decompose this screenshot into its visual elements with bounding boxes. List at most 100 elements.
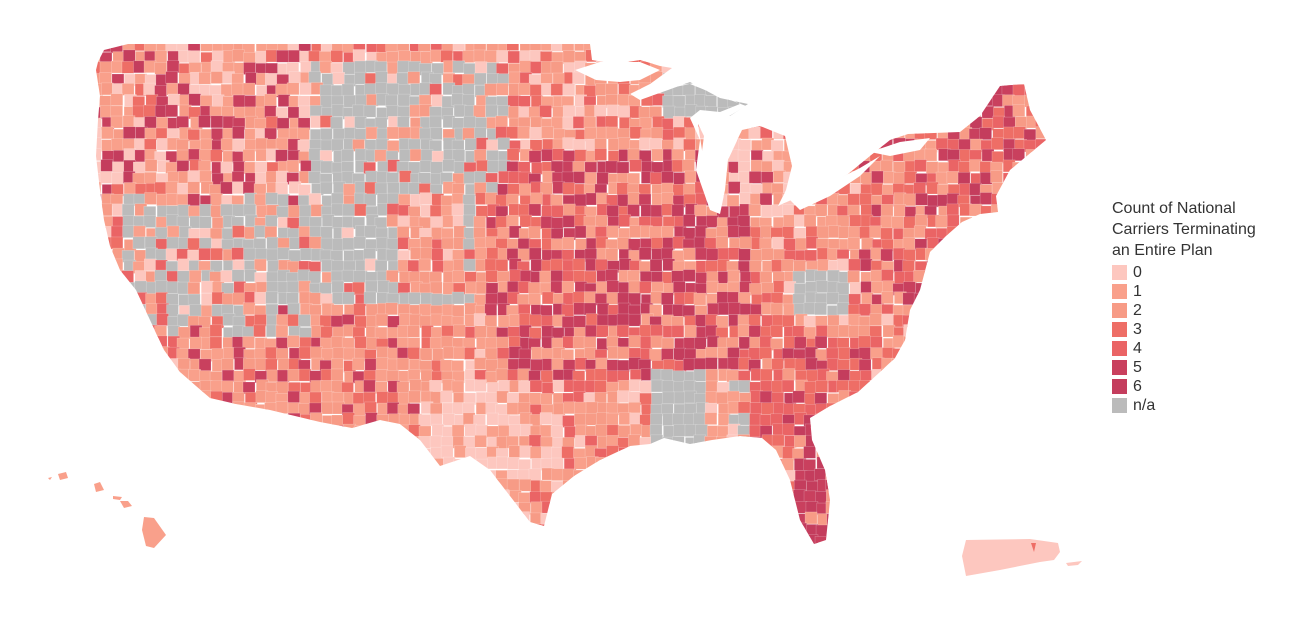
county [320,326,333,339]
county [870,446,884,460]
county [1001,467,1014,481]
county [376,346,390,360]
county [495,126,508,139]
county [991,435,1005,448]
county [825,347,839,361]
county [542,556,554,568]
county [882,115,895,129]
county [375,369,389,382]
county [605,480,619,493]
county [826,44,840,52]
county [683,491,697,505]
county [123,436,137,449]
county [385,44,398,52]
county [650,335,664,349]
county [265,557,277,569]
county [385,534,398,544]
county [387,546,399,558]
county [134,348,148,361]
county [1012,227,1026,241]
county [552,501,566,515]
county [375,357,389,370]
county [926,425,939,438]
county [793,171,806,184]
county [388,512,401,526]
county [177,357,191,371]
county [858,335,871,349]
county [1036,104,1046,118]
county [946,413,960,427]
county [617,359,630,373]
county [750,533,763,544]
county [264,402,277,415]
county [365,126,379,140]
county [266,523,280,537]
county [671,204,685,218]
county [935,215,948,228]
county [828,61,841,75]
county [660,469,674,483]
county [1026,326,1039,340]
county [519,60,533,73]
county [254,547,266,559]
county [419,514,432,527]
county [783,171,796,185]
puerto-rico-island [962,539,1060,576]
county [770,458,783,471]
county [826,513,840,527]
county [892,370,905,383]
county [969,503,982,516]
county [806,82,819,96]
county [926,84,939,97]
county [166,193,179,206]
county [200,557,212,569]
legend-swatch [1112,360,1127,375]
county [332,425,346,438]
county [177,270,190,284]
county [936,502,949,516]
county [96,435,103,448]
county [990,511,1003,524]
county [101,346,115,360]
county [1014,502,1027,516]
county [418,258,432,272]
county [992,392,1006,406]
county [234,424,247,438]
county [485,502,498,515]
county [451,380,465,394]
county [541,291,555,305]
county [1047,457,1059,469]
county [220,161,234,175]
county [838,414,851,428]
county [375,445,389,458]
county [508,71,522,85]
county [473,227,486,240]
county [1036,291,1046,305]
county [650,204,664,218]
county [729,557,741,569]
county [718,556,730,568]
county [572,336,586,349]
county [265,73,278,86]
county [122,458,135,472]
county [264,93,277,107]
county [572,116,586,129]
county [1036,480,1046,493]
county [782,226,795,239]
county [166,425,180,438]
county [100,511,114,524]
county [881,73,895,87]
county [1025,360,1039,373]
county [232,434,245,448]
county [96,216,102,229]
county [96,534,103,544]
county [330,84,344,98]
county [704,469,718,483]
county [528,282,541,295]
county [937,546,949,558]
county [429,523,443,537]
county [1014,303,1028,316]
county [529,392,542,406]
county [111,535,124,544]
county [837,369,851,382]
